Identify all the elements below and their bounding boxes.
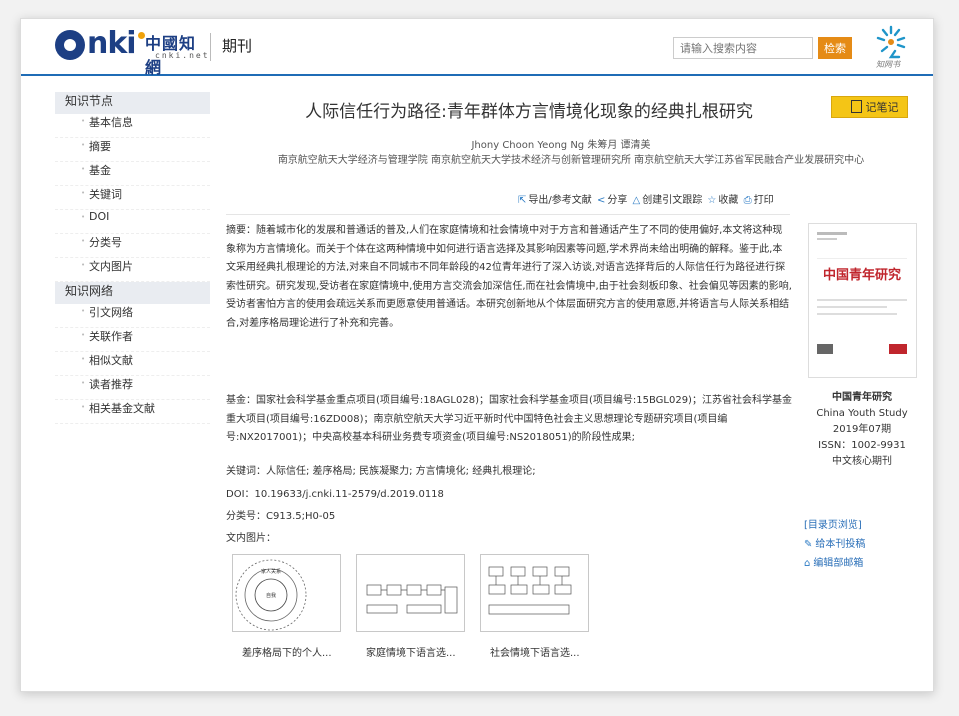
article-toolbar: ⇱ 导出/参考文献 < 分享 △ 创建引文跟踪 ☆ 收藏 ⎙ 打印 [518, 191, 916, 206]
sidebar-item-abstract[interactable]: • 摘要 [55, 138, 210, 162]
article-affiliations[interactable]: 南京航空航天大学经济与管理学院 南京航空航天大学技术经济与创新管理研究所 南京航… [226, 154, 916, 168]
sidebar-item-reader-recommendations[interactable]: • 读者推荐 [55, 376, 210, 400]
journal-core-badge: 中文核心期刊 [832, 456, 892, 467]
sidebar-item-related-authors[interactable]: • 关联作者 [55, 328, 210, 352]
take-note-button[interactable]: 记笔记 [831, 96, 908, 118]
print-icon: ⎙ [743, 195, 752, 206]
figure-1-label-family: 家人关系 [261, 568, 281, 575]
sidebar-item-keywords[interactable]: • 关键词 [55, 186, 210, 210]
export-link[interactable]: 导出/参考文献 [528, 195, 591, 206]
journal-info: 中国青年研究 China Youth Study 2019年07期 ISSN：1… [798, 390, 926, 470]
doi-text: DOI：10.19633/j.cnki.11-2579/d.2019.0118 [226, 489, 444, 500]
submit-icon: ✎ [804, 539, 813, 550]
page-card: nki 中國知網 cnki.net 期刊 检索 知网书 知识节点 •基本信息 •… [20, 18, 934, 692]
article-authors[interactable]: Jhony Choon Yeong Ng 朱筹月 谭清美 [226, 136, 896, 151]
header-divider [210, 33, 211, 61]
abstract-text: 摘要：随着城市化的发展和普通话的普及,人们在家庭情境和社会情境中对于方言和普通话… [226, 225, 792, 329]
journal-issn: ISSN：1002-9931 [818, 440, 906, 451]
figure-thumbnail-3[interactable] [480, 554, 589, 632]
figure-caption-1[interactable]: 差序格局下的个人... [242, 644, 362, 659]
sidebar: 知识节点 • 基本信息 • 摘要 • 基金 • 关键词 • DOI • 分类号 • 文内图片 … [55, 92, 210, 424]
content-divider [226, 214, 790, 215]
brand-caption: 知网书 [876, 60, 900, 69]
print-link[interactable]: 打印 [754, 195, 774, 206]
classification-text: 分类号：C913.5;H0-05 [226, 511, 336, 522]
sidebar-item-related-fund-literature[interactable]: • 相关基金文献 [55, 400, 210, 424]
figures-label: 文内图片： [226, 533, 276, 544]
figure-thumbnail-2[interactable] [356, 554, 465, 632]
logo-dot [138, 32, 145, 39]
sidebar-item-similar-literature[interactable]: • 相似文献 [55, 352, 210, 376]
citation-alert-icon: △ [632, 195, 641, 206]
logo-domain: cnki.net [155, 51, 210, 60]
journal-issue[interactable]: 2019年07期 [798, 422, 926, 438]
mailbox-icon: ⌂ [804, 558, 811, 569]
sidebar-group-knowledge-nodes: 知识节点 [55, 92, 210, 114]
share-icon: < [596, 195, 606, 206]
section-title[interactable]: 期刊 [222, 35, 252, 56]
figure-caption-3[interactable]: 社会情境下语言选... [490, 644, 610, 659]
keywords-text[interactable]: 关键词：人际信任; 差序格局; 民族凝聚力; 方言情境化; 经典扎根理论; [226, 462, 792, 477]
sidebar-item-citation-network[interactable]: • 引文网络 [55, 304, 210, 328]
note-icon [850, 100, 862, 113]
figure-thumbnail-1[interactable]: 家人关系 自我 [232, 554, 341, 632]
favorite-link[interactable]: 收藏 [718, 195, 738, 206]
search-input[interactable] [673, 37, 813, 59]
journal-links: [目录页浏览] ✎ 给本刊投稿 ⌂ 编辑部邮箱 [804, 516, 929, 573]
journal-name-cn[interactable]: 中国青年研究 [798, 390, 926, 406]
journal-name-en[interactable]: China Youth Study [798, 406, 926, 422]
article-title: 人际信任行为路径:青年群体方言情境化现象的经典扎根研究 [305, 102, 753, 122]
sidebar-item-fund[interactable]: • 基金 [55, 162, 210, 186]
search-button[interactable]: 检索 [818, 37, 852, 59]
submit-manuscript-link[interactable]: 给本刊投稿 [815, 539, 865, 550]
editorial-email-link[interactable]: 编辑部邮箱 [813, 558, 863, 569]
cover-title: 中国青年研究 [823, 267, 901, 283]
figure-caption-2[interactable]: 家庭情境下语言选... [366, 644, 486, 659]
logo-c-mark [55, 30, 85, 60]
journal-cover-image[interactable]: 中国青年研究 [808, 223, 917, 378]
site-header: nki 中國知網 cnki.net 期刊 检索 知网书 [21, 19, 933, 77]
sidebar-group-knowledge-network: 知识网络 [55, 282, 210, 304]
citation-tracking-link[interactable]: 创建引文跟踪 [642, 195, 702, 206]
sidebar-item-figures[interactable]: • 文内图片 [55, 258, 210, 282]
fund-text: 基金：国家社会科学基金重点项目(项目编号:18AGL028)；国家社会科学基金项… [226, 395, 792, 444]
sidebar-item-doi[interactable]: • DOI [55, 210, 210, 234]
share-link[interactable]: 分享 [607, 195, 627, 206]
logo-wordmark: nki [87, 26, 137, 61]
cnki-logo[interactable]: nki 中國知網 cnki.net [55, 26, 208, 77]
star-icon: ☆ [707, 195, 717, 206]
sidebar-item-classification[interactable]: • 分类号 [55, 234, 210, 258]
export-icon: ⇱ [518, 195, 527, 206]
sidebar-item-basic-info[interactable]: • 基本信息 [55, 114, 210, 138]
browse-toc-link[interactable]: [目录页浏览] [804, 516, 929, 535]
figure-1-label-self: 自我 [266, 592, 276, 599]
